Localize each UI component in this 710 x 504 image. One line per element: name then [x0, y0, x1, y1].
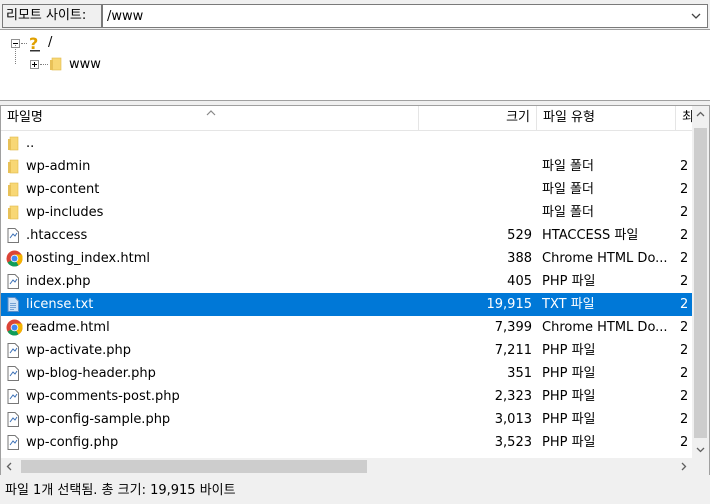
- status-bar: 파일 1개 선택됨. 총 크기: 19,915 바이트: [0, 478, 710, 504]
- file-icon: [6, 270, 24, 293]
- file-icon: [6, 385, 24, 408]
- file-icon: [6, 431, 24, 454]
- file-row[interactable]: wp-content 파일 폴더 2: [1, 178, 693, 201]
- file-name: wp-includes: [26, 205, 104, 220]
- file-type: TXT 파일: [542, 297, 595, 312]
- file-name: .htaccess: [26, 228, 88, 243]
- file-type: PHP 파일: [542, 274, 596, 289]
- file-name: wp-config.php: [26, 435, 119, 450]
- vertical-scrollbar[interactable]: [692, 106, 709, 458]
- chrome-icon: [6, 247, 24, 270]
- file-name: wp-admin: [26, 159, 91, 174]
- remote-site-label: 리모트 사이트:: [2, 4, 102, 28]
- file-row[interactable]: wp-blog-header.php 351 PHP 파일 2: [1, 362, 693, 385]
- file-name: wp-config-sample.php: [26, 412, 171, 427]
- file-size: 351: [507, 366, 532, 381]
- column-header-size[interactable]: 크기: [419, 106, 537, 131]
- list-header: 파일명 크기 파일 유형 최: [1, 106, 709, 131]
- file-size: [419, 201, 532, 224]
- vertical-scroll-thumb[interactable]: [694, 128, 707, 438]
- remote-path-input[interactable]: [107, 6, 677, 26]
- file-row[interactable]: wp-comments-post.php 2,323 PHP 파일 2: [1, 385, 693, 408]
- folder-icon: [6, 132, 24, 155]
- file-size: [419, 132, 532, 155]
- file-name: wp-comments-post.php: [26, 389, 180, 404]
- tree-node-label: /: [48, 35, 53, 50]
- file-row[interactable]: .htaccess 529 HTACCESS 파일 2: [1, 224, 693, 247]
- file-name: ..: [26, 136, 35, 151]
- remote-path-combobox[interactable]: [102, 4, 708, 28]
- file-name: index.php: [26, 274, 91, 289]
- expand-icon[interactable]: [30, 60, 39, 69]
- directory-tree: ? / www: [0, 29, 710, 101]
- question-icon: ?: [28, 34, 42, 53]
- remote-site-bar: 리모트 사이트:: [0, 0, 710, 32]
- horizontal-scroll-thumb[interactable]: [21, 460, 367, 473]
- tree-node-www[interactable]: www: [0, 54, 710, 74]
- file-row[interactable]: ..: [1, 132, 693, 155]
- file-size: 7,399: [494, 320, 532, 335]
- chevron-down-icon[interactable]: [689, 8, 703, 24]
- tree-node-label: www: [69, 57, 101, 72]
- file-name: wp-content: [26, 182, 100, 197]
- file-row[interactable]: wp-admin 파일 폴더 2: [1, 155, 693, 178]
- scroll-left-icon[interactable]: [1, 458, 18, 475]
- file-type: PHP 파일: [542, 412, 596, 427]
- file-size: 388: [507, 251, 532, 266]
- file-size: 7,211: [494, 343, 532, 358]
- sort-ascending-icon: [206, 106, 216, 116]
- file-list: 파일명 크기 파일 유형 최 .. wp-admin 파일 폴더 2 wp-conten…: [0, 105, 710, 475]
- chrome-icon: [6, 316, 24, 339]
- file-row[interactable]: index.php 405 PHP 파일 2: [1, 270, 693, 293]
- file-row[interactable]: license.txt 19,915 TXT 파일 2: [1, 293, 693, 316]
- file-name: wp-blog-header.php: [26, 366, 156, 381]
- file-row[interactable]: readme.html 7,399 Chrome HTML Do... 2: [1, 316, 693, 339]
- tree-node-root[interactable]: ? /: [0, 33, 710, 53]
- folder-icon: [6, 201, 24, 224]
- file-icon: [6, 339, 24, 362]
- file-size: [419, 155, 532, 178]
- file-size: 19,915: [486, 297, 533, 312]
- svg-text:?: ?: [29, 34, 38, 52]
- folder-icon: [6, 178, 24, 201]
- file-size: 405: [507, 274, 532, 289]
- file-size: 3,523: [494, 435, 532, 450]
- text-file-icon: [6, 293, 24, 316]
- file-type: 파일 폴더: [542, 182, 594, 197]
- file-type: Chrome HTML Do...: [542, 251, 668, 266]
- file-icon: [6, 408, 24, 431]
- scroll-down-icon[interactable]: [692, 441, 709, 458]
- folder-icon: [48, 55, 62, 73]
- file-size: 3,013: [494, 412, 532, 427]
- file-icon: [6, 362, 24, 385]
- horizontal-scrollbar[interactable]: [1, 458, 692, 475]
- file-type: 파일 폴더: [542, 205, 594, 220]
- file-row[interactable]: hosting_index.html 388 Chrome HTML Do... 2: [1, 247, 693, 270]
- scroll-up-icon[interactable]: [692, 106, 709, 123]
- file-name: license.txt: [26, 297, 94, 312]
- file-type: PHP 파일: [542, 343, 596, 358]
- file-name: readme.html: [26, 320, 110, 335]
- file-size: [419, 178, 532, 201]
- file-name: hosting_index.html: [26, 251, 150, 266]
- folder-icon: [6, 155, 24, 178]
- file-type: [542, 132, 672, 155]
- file-type: 파일 폴더: [542, 159, 594, 174]
- file-icon: [6, 224, 24, 247]
- file-row[interactable]: wp-config-sample.php 3,013 PHP 파일 2: [1, 408, 693, 431]
- file-size: 529: [507, 228, 532, 243]
- file-type: PHP 파일: [542, 435, 596, 450]
- column-header-type[interactable]: 파일 유형: [537, 106, 676, 131]
- scrollbar-corner: [692, 458, 709, 475]
- file-size: 2,323: [494, 389, 532, 404]
- file-type: Chrome HTML Do...: [542, 320, 668, 335]
- file-type: PHP 파일: [542, 366, 596, 381]
- file-type: HTACCESS 파일: [542, 228, 639, 243]
- scroll-right-icon[interactable]: [675, 458, 692, 475]
- file-row[interactable]: wp-includes 파일 폴더 2: [1, 201, 693, 224]
- file-type: PHP 파일: [542, 389, 596, 404]
- file-row[interactable]: wp-config.php 3,523 PHP 파일 2: [1, 431, 693, 454]
- file-row[interactable]: wp-activate.php 7,211 PHP 파일 2: [1, 339, 693, 362]
- file-name: wp-activate.php: [26, 343, 132, 358]
